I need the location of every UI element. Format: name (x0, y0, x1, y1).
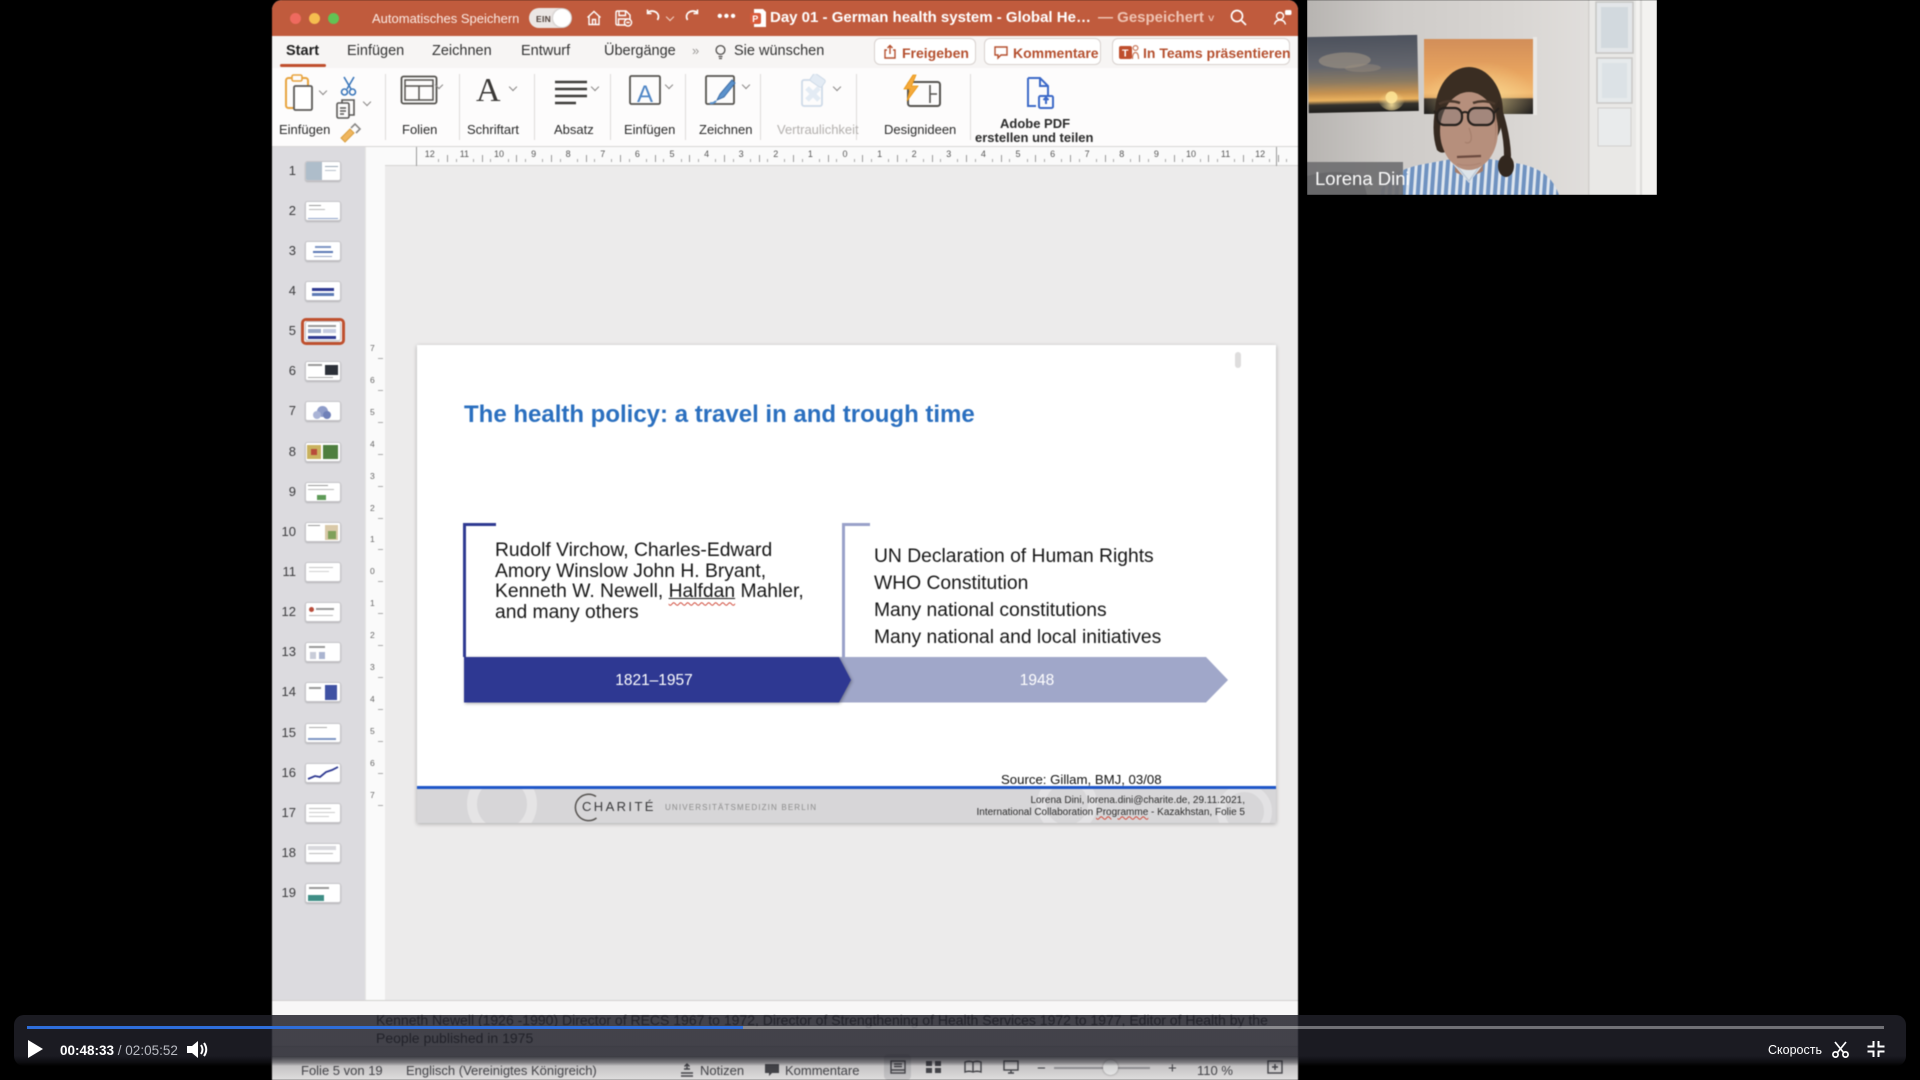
svg-text:A: A (637, 81, 653, 108)
svg-text:Lorena Dini: Lorena Dini (1315, 168, 1410, 189)
svg-text:T: T (1122, 48, 1129, 60)
svg-text:P: P (752, 14, 758, 24)
